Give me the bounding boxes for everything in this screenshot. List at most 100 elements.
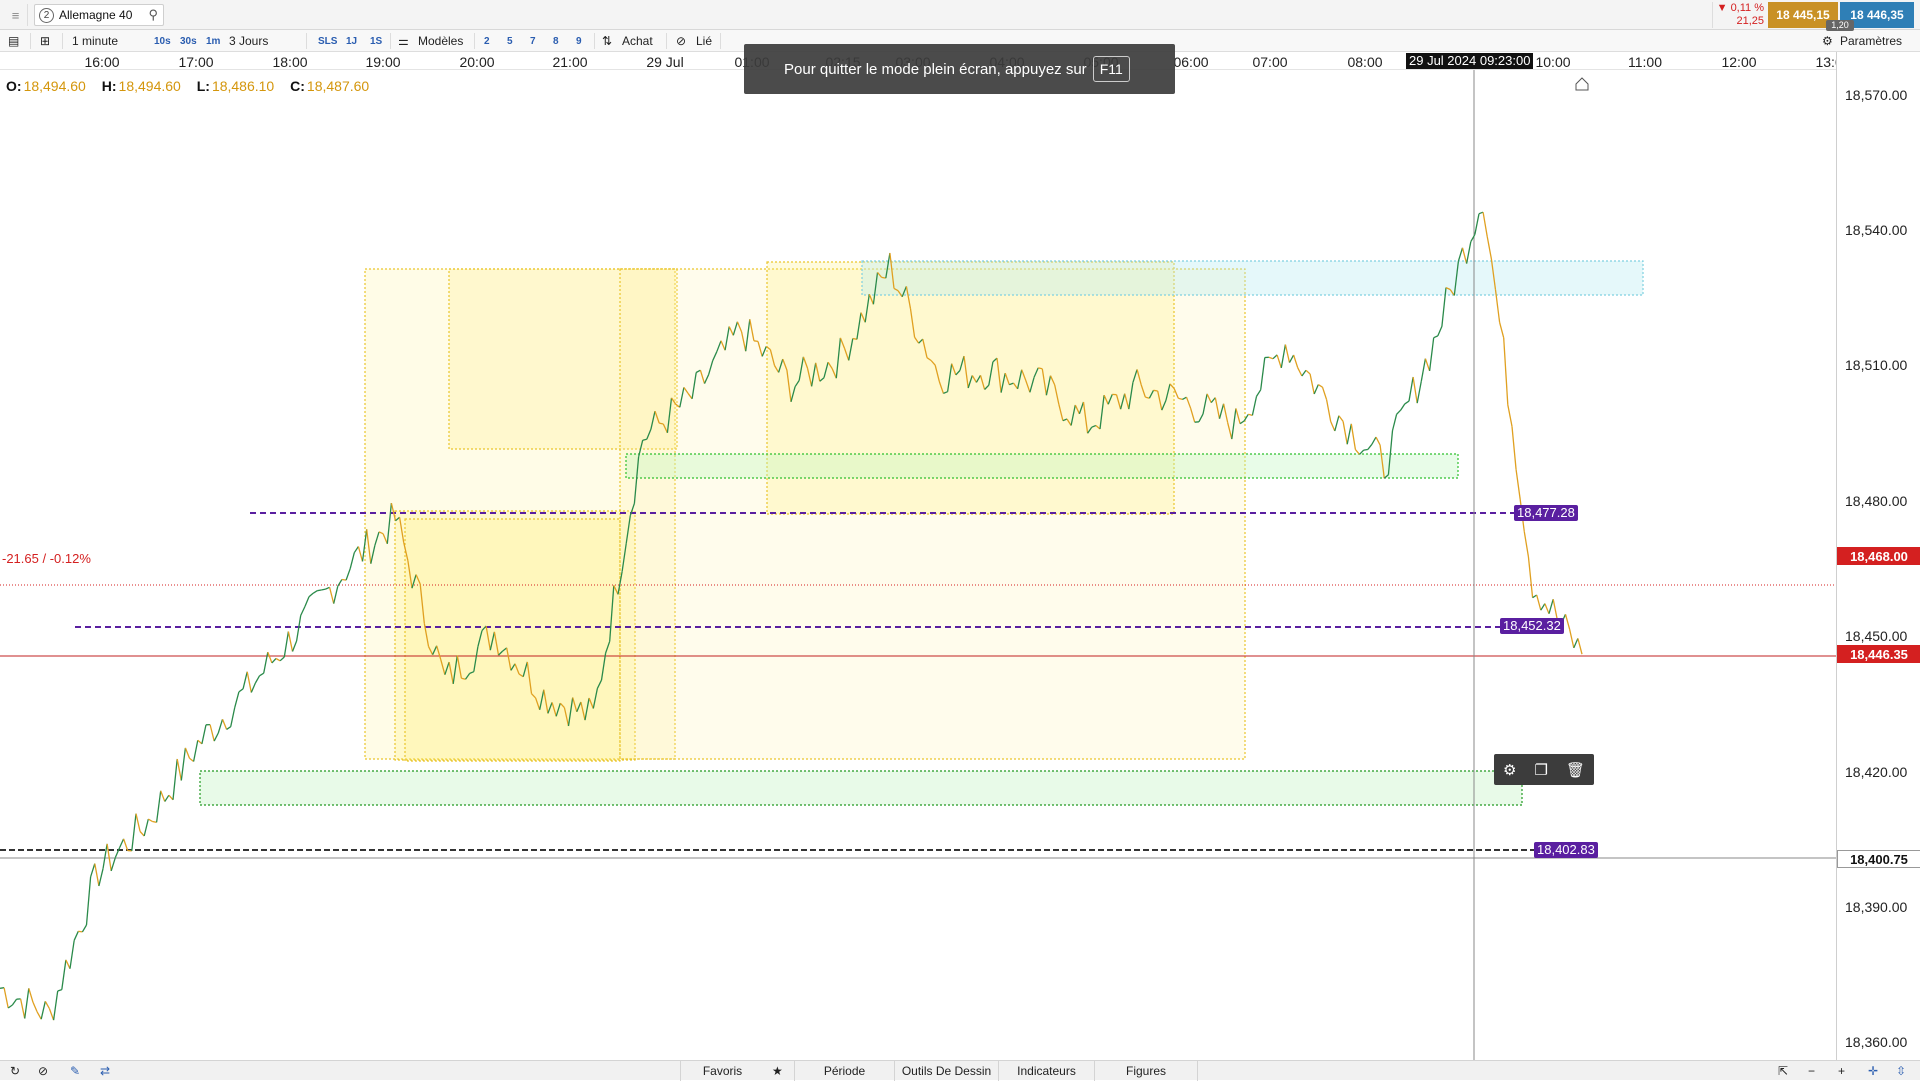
price-segment	[1405, 401, 1409, 404]
zone-rectangle[interactable]	[862, 261, 1643, 295]
cursor-icon[interactable]: ⇄	[100, 1063, 110, 1079]
price-segment	[1528, 557, 1532, 598]
settings-button[interactable]: Paramètres	[1840, 33, 1902, 49]
price-segment	[1438, 326, 1442, 336]
grid-icon[interactable]: ⊞	[40, 33, 50, 49]
price-segment	[354, 547, 358, 553]
time-label: 18:00	[272, 54, 307, 70]
price-label: 18,420.00	[1845, 764, 1907, 780]
price-segment	[284, 632, 288, 658]
price-segment	[231, 707, 235, 726]
tab-favoris[interactable]: Favoris	[680, 1061, 764, 1081]
buy-mode-button[interactable]: Achat	[622, 33, 653, 49]
pencil-icon[interactable]: ✎	[70, 1063, 80, 1079]
instrument-selector[interactable]: 2 Allemagne 40 ⚲	[34, 4, 164, 26]
price-segment	[260, 673, 264, 676]
interval-1m-button[interactable]: 1m	[206, 33, 220, 49]
tab-figures[interactable]: Figures	[1094, 1061, 1198, 1081]
price-segment	[82, 925, 86, 932]
current-price-tag: 18,446.35	[1837, 645, 1920, 663]
preset-2-button[interactable]: 2	[484, 33, 490, 49]
models-button[interactable]: Modèles	[418, 33, 463, 49]
trash-icon[interactable]: 🗑	[1566, 761, 1585, 779]
fit-icon[interactable]: ⇱	[1778, 1063, 1788, 1079]
ohlc-readout: O:18,494.60 H:18,494.60 L:18,486.10 C:18…	[6, 78, 381, 94]
price-segment	[25, 988, 29, 1018]
price-segment	[1467, 242, 1471, 264]
preset-7-button[interactable]: 7	[530, 33, 536, 49]
price-segment	[334, 586, 338, 603]
star-icon[interactable]: ★	[772, 1063, 783, 1079]
period-select[interactable]: 3 Jours	[229, 33, 268, 49]
price-segment	[62, 960, 66, 990]
price-segment	[1331, 422, 1335, 432]
tab-outils-de-dessin[interactable]: Outils De Dessin	[894, 1061, 998, 1081]
link-icon[interactable]: ⊘	[676, 33, 686, 49]
hamburger-icon[interactable]: ≡	[4, 4, 28, 26]
interval-10s-button[interactable]: 10s	[154, 33, 171, 49]
price-segment	[58, 990, 62, 991]
level-tag-1[interactable]: 18,477.28	[1514, 505, 1578, 521]
price-segment	[1277, 355, 1281, 368]
copy-icon[interactable]: ❐	[1534, 761, 1547, 779]
price-segment	[169, 795, 173, 800]
price-segment	[1273, 355, 1277, 359]
zoom-out-icon[interactable]: −	[1808, 1063, 1815, 1079]
price-segment	[1549, 599, 1553, 614]
price-segment	[198, 740, 202, 744]
search-icon[interactable]: ⚲	[148, 7, 158, 23]
price-segment	[1516, 470, 1520, 500]
refresh-icon[interactable]: ↻	[10, 1063, 20, 1079]
zoom-in-icon[interactable]: +	[1838, 1063, 1845, 1079]
time-label: 21:00	[552, 54, 587, 70]
level-tag-3[interactable]: 18,402.83	[1534, 842, 1598, 858]
price-segment	[45, 1001, 49, 1008]
tab-indicateurs[interactable]: Indicateurs	[998, 1061, 1094, 1081]
time-label: 10:00	[1535, 54, 1570, 70]
split-icon[interactable]: ⇳	[1896, 1063, 1906, 1079]
instrument-name: Allemagne 40	[59, 8, 148, 22]
preset-9-button[interactable]: 9	[576, 33, 582, 49]
tab-periode[interactable]: Période	[794, 1061, 894, 1081]
price-segment	[272, 659, 276, 663]
price-segment	[1393, 414, 1397, 430]
price-segment	[1578, 638, 1582, 654]
price-segment	[161, 791, 165, 802]
price-axis[interactable]: 18,468.00 18,446.35 18,400.75 18,570.001…	[1836, 52, 1920, 1060]
sls-button[interactable]: SLS	[318, 33, 337, 49]
gear-icon[interactable]: ⚙	[1503, 761, 1516, 779]
price-segment	[1434, 336, 1438, 338]
price-segment	[1355, 450, 1359, 455]
price-segment	[1376, 437, 1380, 445]
layout-icon[interactable]: ▤	[8, 33, 19, 49]
period-1j-button[interactable]: 1J	[346, 33, 357, 49]
preset-8-button[interactable]: 8	[553, 33, 559, 49]
price-segment	[1339, 416, 1343, 422]
price-segment	[309, 593, 313, 597]
price-segment	[305, 597, 309, 607]
close-value: 18,487.60	[307, 78, 369, 94]
block-icon[interactable]: ⊘	[38, 1063, 48, 1079]
price-segment	[659, 423, 663, 424]
interval-30s-button[interactable]: 30s	[180, 33, 197, 49]
preset-5-button[interactable]: 5	[507, 33, 513, 49]
models-icon[interactable]: ⚌	[398, 33, 409, 49]
trade-icon[interactable]: ⇅	[602, 33, 612, 49]
zone-rectangle[interactable]	[200, 771, 1522, 805]
interval-select[interactable]: 1 minute	[72, 33, 118, 49]
price-chart[interactable]	[0, 70, 1836, 1060]
cursor-price-tag: 18,400.75	[1837, 850, 1920, 868]
price-segment	[0, 988, 4, 989]
period-1s-button[interactable]: 1S	[370, 33, 382, 49]
level-tag-2[interactable]: 18,452.32	[1500, 618, 1564, 634]
price-segment	[1487, 236, 1491, 259]
alert-marker-icon[interactable]	[1576, 78, 1588, 90]
linked-button[interactable]: Lié	[696, 33, 712, 49]
price-segment	[148, 819, 152, 821]
zone-rectangle[interactable]	[626, 454, 1458, 478]
gear-icon[interactable]: ⚙	[1822, 33, 1833, 49]
crosshair-icon[interactable]: ✛	[1868, 1063, 1878, 1079]
zone-rectangle[interactable]	[405, 519, 620, 761]
price-segment	[1401, 404, 1405, 410]
price-segment	[247, 672, 251, 693]
